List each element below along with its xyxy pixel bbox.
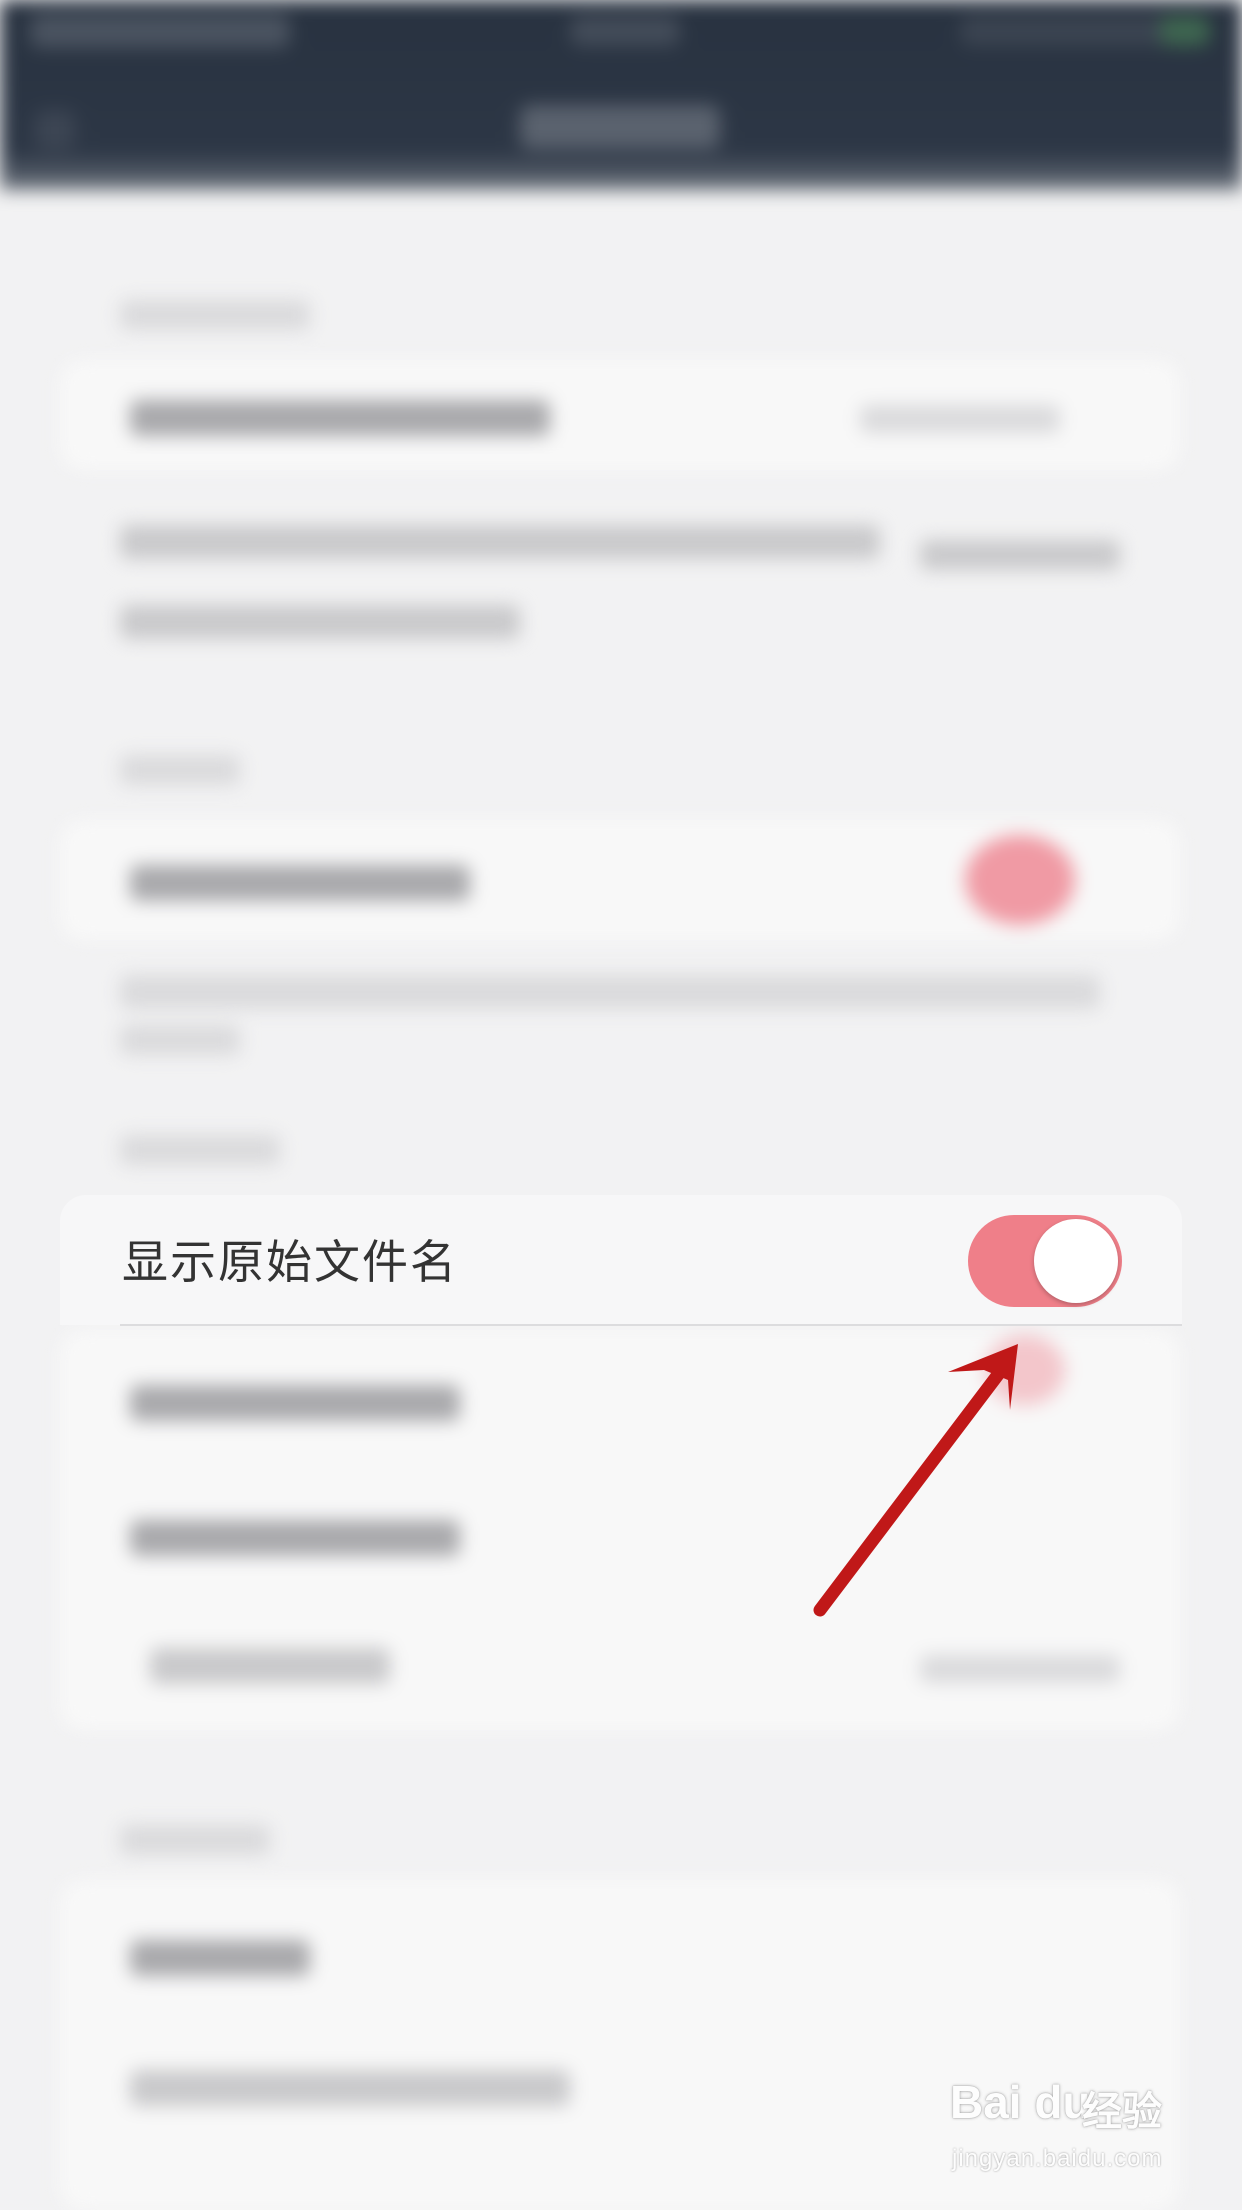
settings-card xyxy=(60,360,1180,470)
show-original-filename-toggle[interactable] xyxy=(968,1215,1122,1307)
setting-row-show-original-filename: 显示原始文件名 xyxy=(60,1195,1182,1326)
setting-label: 显示原始文件名 xyxy=(122,1235,458,1289)
blurred-toggle xyxy=(965,835,1075,925)
watermark-name: 经验 xyxy=(1082,2089,1162,2135)
baidu-jingyan-watermark: Bai du 经验 jingyan.baidu.com xyxy=(950,2075,1180,2185)
divider xyxy=(120,1324,1182,1326)
baidu-logo: Bai du xyxy=(950,2076,1091,2128)
watermark-url: jingyan.baidu.com xyxy=(952,2145,1163,2172)
toggle-knob xyxy=(1034,1219,1118,1303)
blurred-background xyxy=(0,0,1242,2210)
top-navigation-bar xyxy=(0,0,1242,190)
